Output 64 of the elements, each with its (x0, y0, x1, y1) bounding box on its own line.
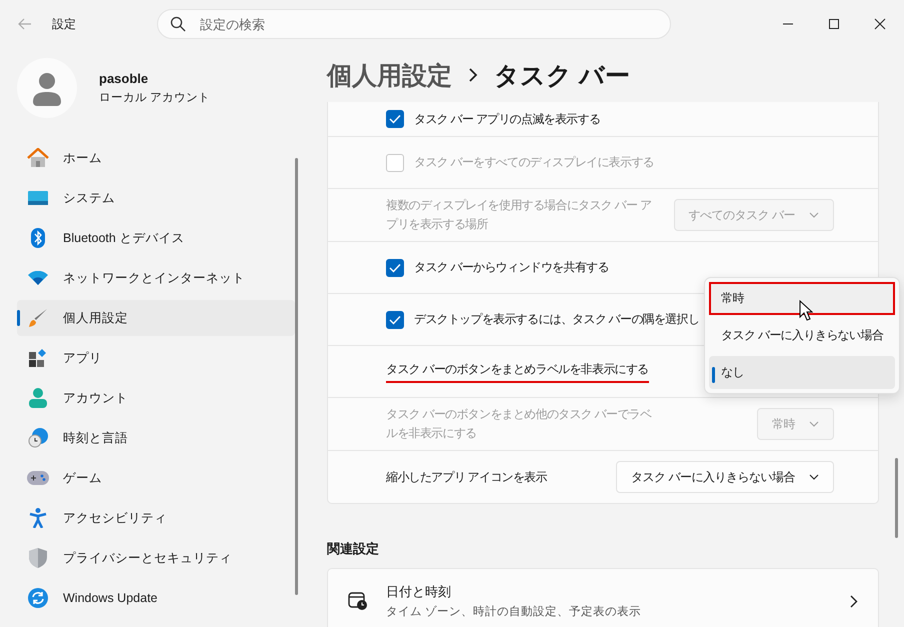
brush-icon (27, 308, 49, 328)
window-title: 設定 (52, 16, 77, 32)
update-icon (27, 588, 49, 608)
related-setting[interactable]: 日付と時刻 タイム ゾーン、時計の自動設定、予定表の表示 (327, 568, 879, 627)
chevron-down-icon (809, 421, 819, 427)
close-icon[interactable] (874, 18, 886, 30)
calendar-clock-icon (348, 591, 368, 611)
section-heading: 関連設定 (327, 540, 380, 558)
accessibility-icon (27, 508, 49, 528)
account-type: ローカル アカウント (99, 91, 210, 105)
nav-item[interactable]: ホーム (17, 140, 295, 176)
gamepad-icon (27, 471, 49, 485)
person-icon (27, 388, 49, 408)
related-title: 日付と時刻 (386, 583, 452, 601)
page-title: タスク バー (494, 60, 630, 92)
maximize-icon[interactable] (828, 18, 840, 30)
check-icon (389, 262, 401, 272)
setting-label: 縮小したアプリ アイコンを表示 (386, 468, 547, 486)
mouse-cursor-icon (799, 300, 813, 321)
wifi-icon (27, 271, 49, 285)
dropdown[interactable]: タスク バーに入りきらない場合 (616, 461, 834, 493)
account-name: pasoble (99, 71, 150, 86)
nav-item[interactable]: Bluetooth とデバイス (17, 220, 295, 256)
nav-item[interactable]: アプリ (17, 340, 295, 376)
search-icon (170, 16, 186, 32)
check-icon (389, 114, 401, 124)
nav-item[interactable]: ゲーム (17, 460, 295, 496)
nav-item[interactable]: ネットワークとインターネット (17, 260, 295, 296)
nav-item[interactable]: プライバシーとセキュリティ (17, 540, 295, 576)
menu-option[interactable]: なし (709, 356, 895, 389)
menu-option[interactable]: タスク バーに入りきらない場合 (709, 319, 895, 352)
nav-item[interactable]: 個人用設定 (17, 300, 295, 336)
chevron-right-icon (468, 68, 478, 82)
nav-item[interactable]: アクセシビリティ (17, 500, 295, 536)
setting-label: デスクトップを表示するには、タスク バーの隅を選択し (414, 311, 700, 328)
related-subtitle: タイム ゾーン、時計の自動設定、予定表の表示 (386, 604, 642, 619)
nav-item[interactable]: システム (17, 180, 295, 216)
setting-label: タスク バーのボタンをまとめラベルを非表示にする (386, 360, 649, 378)
setting-label: タスク バーをすべてのディスプレイに表示する (414, 154, 654, 171)
chevron-down-icon (809, 474, 819, 480)
chevron-down-icon (809, 212, 819, 218)
avatar-icon (17, 58, 77, 118)
setting-label: 複数のディスプレイを使用する場合にタスク バー アプリを表示する場所 (386, 197, 652, 233)
scrollbar[interactable] (295, 158, 298, 595)
check-icon (389, 314, 401, 324)
setting-label: タスク バーのボタンをまとめ他のタスク バーでラベルを非表示にする (386, 406, 652, 442)
setting-label: タスク バーからウィンドウを共有する (414, 259, 609, 276)
checkbox[interactable] (386, 310, 404, 328)
monitor-icon (27, 191, 49, 205)
nav-item[interactable]: アカウント (17, 380, 295, 416)
search-field[interactable]: 設定の検索 (157, 9, 671, 39)
search-input[interactable]: 設定の検索 (198, 16, 670, 32)
checkbox[interactable] (386, 110, 404, 128)
chevron-right-icon (850, 594, 858, 608)
shield-icon (27, 548, 49, 568)
house-icon (27, 148, 49, 168)
apps-icon (27, 349, 49, 367)
scrollbar[interactable] (895, 458, 898, 538)
checkbox[interactable] (386, 258, 404, 276)
nav-item[interactable]: Windows Update (17, 580, 295, 616)
breadcrumb-link[interactable]: 個人用設定 (327, 58, 452, 92)
setting-label: タスク バー アプリの点滅を表示する (414, 110, 600, 128)
globe-clock-icon (27, 428, 49, 448)
nav-item[interactable]: 時刻と言語 (17, 420, 295, 456)
